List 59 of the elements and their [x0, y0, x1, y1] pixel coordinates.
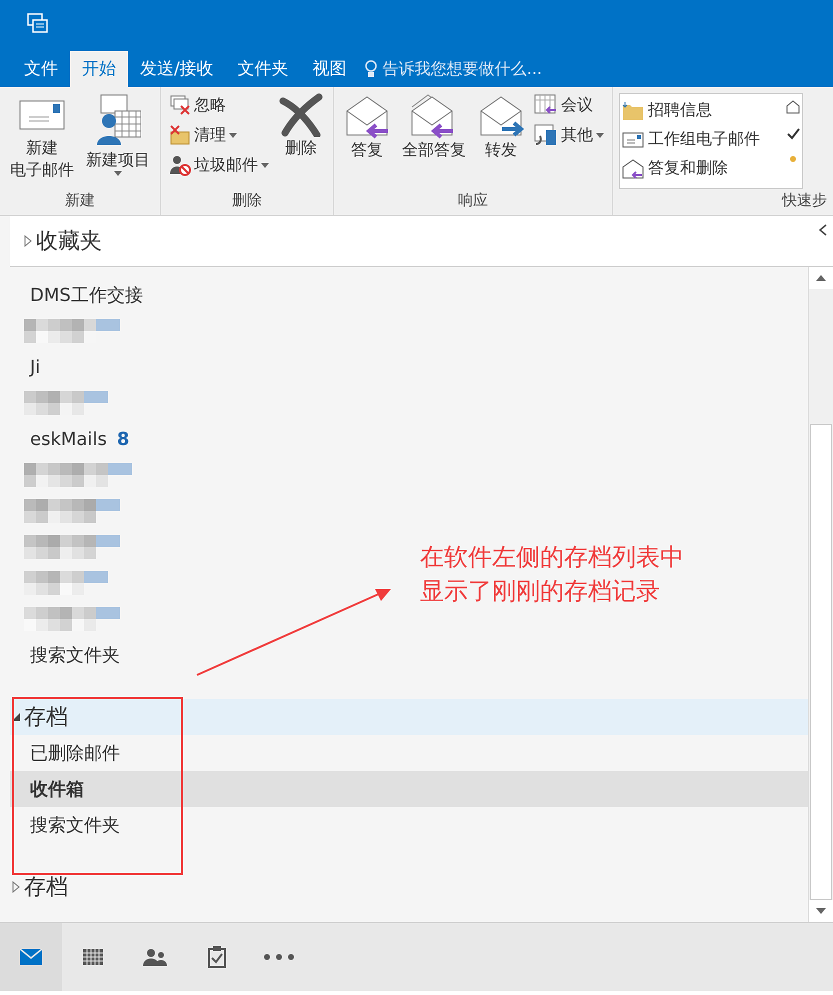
ribbon-button[interactable]: 会议 — [532, 91, 606, 119]
quick-step[interactable]: 招聘信息 — [622, 96, 772, 125]
quick-step[interactable]: 工作组电子邮件 — [622, 125, 772, 154]
reply-delete-icon — [622, 158, 644, 178]
junk-icon — [169, 154, 191, 176]
ribbon-button[interactable]: 清理 — [167, 121, 271, 149]
scrollbar[interactable] — [808, 267, 833, 922]
group-label: 快速步 — [780, 190, 827, 211]
folder-name[interactable]: Ji — [30, 356, 40, 378]
mail-icon[interactable] — [20, 949, 42, 965]
ribbon-tab[interactable]: 发送/接收 — [128, 51, 226, 87]
scroll-down-icon[interactable] — [816, 908, 826, 914]
ribbon-tab[interactable]: 开始 — [70, 51, 128, 87]
ribbon-button[interactable]: 新建 电子邮件 — [6, 91, 78, 189]
collapsed-arrow-icon[interactable] — [24, 235, 32, 247]
people-icon[interactable] — [143, 948, 167, 966]
ribbon-tab[interactable]: 文件夹 — [226, 51, 301, 87]
ribbon-tab[interactable]: 视图 — [300, 51, 359, 87]
folder-group-label[interactable]: 存档 — [24, 872, 68, 902]
collapsed-arrow-icon[interactable] — [12, 881, 20, 893]
annotation-text: 在软件左侧的存档列表中 — [420, 542, 684, 573]
lightbulb-icon — [364, 60, 377, 78]
unread-count: 8 — [116, 428, 130, 450]
ribbon-button[interactable]: 删除 — [275, 91, 327, 189]
phone-calendar-icon — [534, 124, 558, 146]
ribbon-button[interactable]: 新建项目 — [82, 91, 154, 189]
ribbon-button[interactable]: 忽略 — [167, 91, 271, 119]
ribbon-button[interactable]: 转发 — [474, 91, 528, 189]
collapse-pane-icon[interactable] — [819, 224, 827, 236]
folder-name[interactable]: 搜索文件夹 — [30, 643, 120, 667]
scroll-up-icon[interactable] — [816, 275, 826, 281]
folder-name[interactable]: eskMails — [30, 428, 107, 450]
meeting-icon — [534, 94, 558, 116]
group-label: 新建 — [64, 190, 96, 211]
folder-group-label[interactable]: 存档 — [24, 702, 68, 732]
annotation-text: 显示了刚刚的存档记录 — [420, 576, 661, 607]
ignore-icon — [169, 94, 191, 116]
group-label: 删除 — [231, 190, 263, 211]
folder-name[interactable]: 搜索文件夹 — [30, 813, 120, 837]
folder-group-label[interactable]: 收藏夹 — [36, 226, 102, 256]
ribbon-tab[interactable]: 文件 — [12, 51, 70, 87]
checkmark-icon[interactable] — [786, 128, 800, 140]
folder-name[interactable]: 已删除邮件 — [30, 741, 120, 765]
folder-icon — [622, 100, 644, 120]
ribbon-button[interactable]: 其他 — [532, 121, 606, 149]
folder-name[interactable]: 收件箱 — [30, 777, 84, 801]
group-label: 响应 — [457, 190, 489, 211]
quick-step[interactable]: 答复和删除 — [622, 154, 772, 183]
delete-icon — [279, 93, 323, 137]
ribbon-button[interactable]: 答复 — [340, 91, 394, 189]
calendar-icon[interactable] — [83, 949, 103, 965]
more-icon[interactable] — [264, 954, 294, 960]
cleanup-icon — [169, 124, 191, 146]
outlook-icon[interactable] — [26, 10, 50, 34]
ribbon-button[interactable]: 垃圾邮件 — [167, 151, 271, 179]
ribbon-button[interactable]: 全部答复 — [398, 91, 470, 189]
tasks-icon[interactable] — [208, 946, 226, 968]
folder-name[interactable]: DMS工作交接 — [30, 283, 143, 307]
tell-me-field[interactable]: 告诉我您想要做什么... — [382, 51, 542, 87]
